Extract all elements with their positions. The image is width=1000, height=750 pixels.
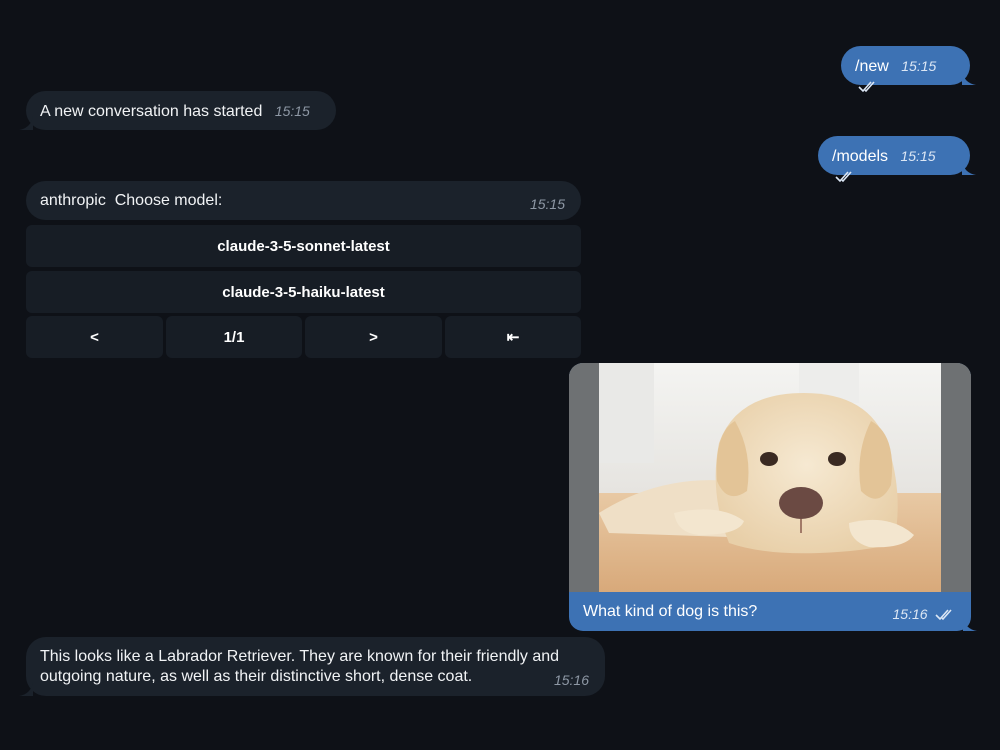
message-text: /new [855, 58, 889, 75]
message-time: 15:15 [274, 103, 310, 119]
next-page-button[interactable]: > [305, 316, 442, 358]
message-models-command: /models 15:15 [818, 136, 970, 182]
message-text: anthropic Choose model: [40, 192, 223, 209]
message-choose-model: anthropic Choose model: 15:15 [26, 181, 581, 220]
message-conversation-started: A new conversation has started 15:15 [26, 91, 336, 130]
next-page-label: > [369, 328, 378, 346]
model-button-label: claude-3-5-sonnet-latest [217, 237, 390, 255]
read-checkmarks-icon [835, 171, 852, 182]
bubble-tail [962, 161, 976, 175]
prev-page-label: < [90, 328, 99, 346]
photo-caption: What kind of dog is this? 15:16 [569, 592, 971, 631]
message-text: A new conversation has started [40, 103, 263, 120]
dog-photo[interactable] [569, 363, 971, 592]
prev-page-button[interactable]: < [26, 316, 163, 358]
first-page-label: ⇤ [506, 329, 520, 346]
message-time: 15:16 [892, 606, 928, 622]
bubble-tail [19, 682, 33, 696]
message-time: 15:16 [553, 672, 589, 688]
page-indicator-label: 1/1 [223, 328, 245, 346]
message-text-line: This looks like a Labrador Retriever. Th… [40, 648, 560, 665]
read-checkmarks-icon [935, 609, 952, 620]
message-text: /models [832, 148, 889, 165]
message-time: 15:15 [900, 148, 936, 164]
page-indicator-button[interactable]: 1/1 [166, 316, 302, 358]
message-dog-answer: This looks like a Labrador Retriever. Th… [26, 637, 605, 696]
first-page-button[interactable]: ⇤ [445, 316, 581, 358]
model-button-sonnet[interactable]: claude-3-5-sonnet-latest [26, 225, 581, 267]
bubble-tail [19, 116, 33, 130]
message-text: What kind of dog is this? [583, 603, 758, 620]
read-checkmarks-icon [858, 81, 875, 92]
message-photo: What kind of dog is this? 15:16 [569, 363, 971, 631]
model-button-label: claude-3-5-haiku-latest [222, 283, 385, 301]
message-time: 15:15 [529, 196, 565, 212]
message-new-command: /new 15:15 [841, 46, 970, 92]
model-button-haiku[interactable]: claude-3-5-haiku-latest [26, 271, 581, 313]
message-text-line: outgoing nature, as well as their distin… [40, 668, 473, 685]
bubble-tail [962, 71, 976, 85]
bubble-tail [963, 617, 977, 631]
message-time: 15:15 [901, 58, 937, 74]
